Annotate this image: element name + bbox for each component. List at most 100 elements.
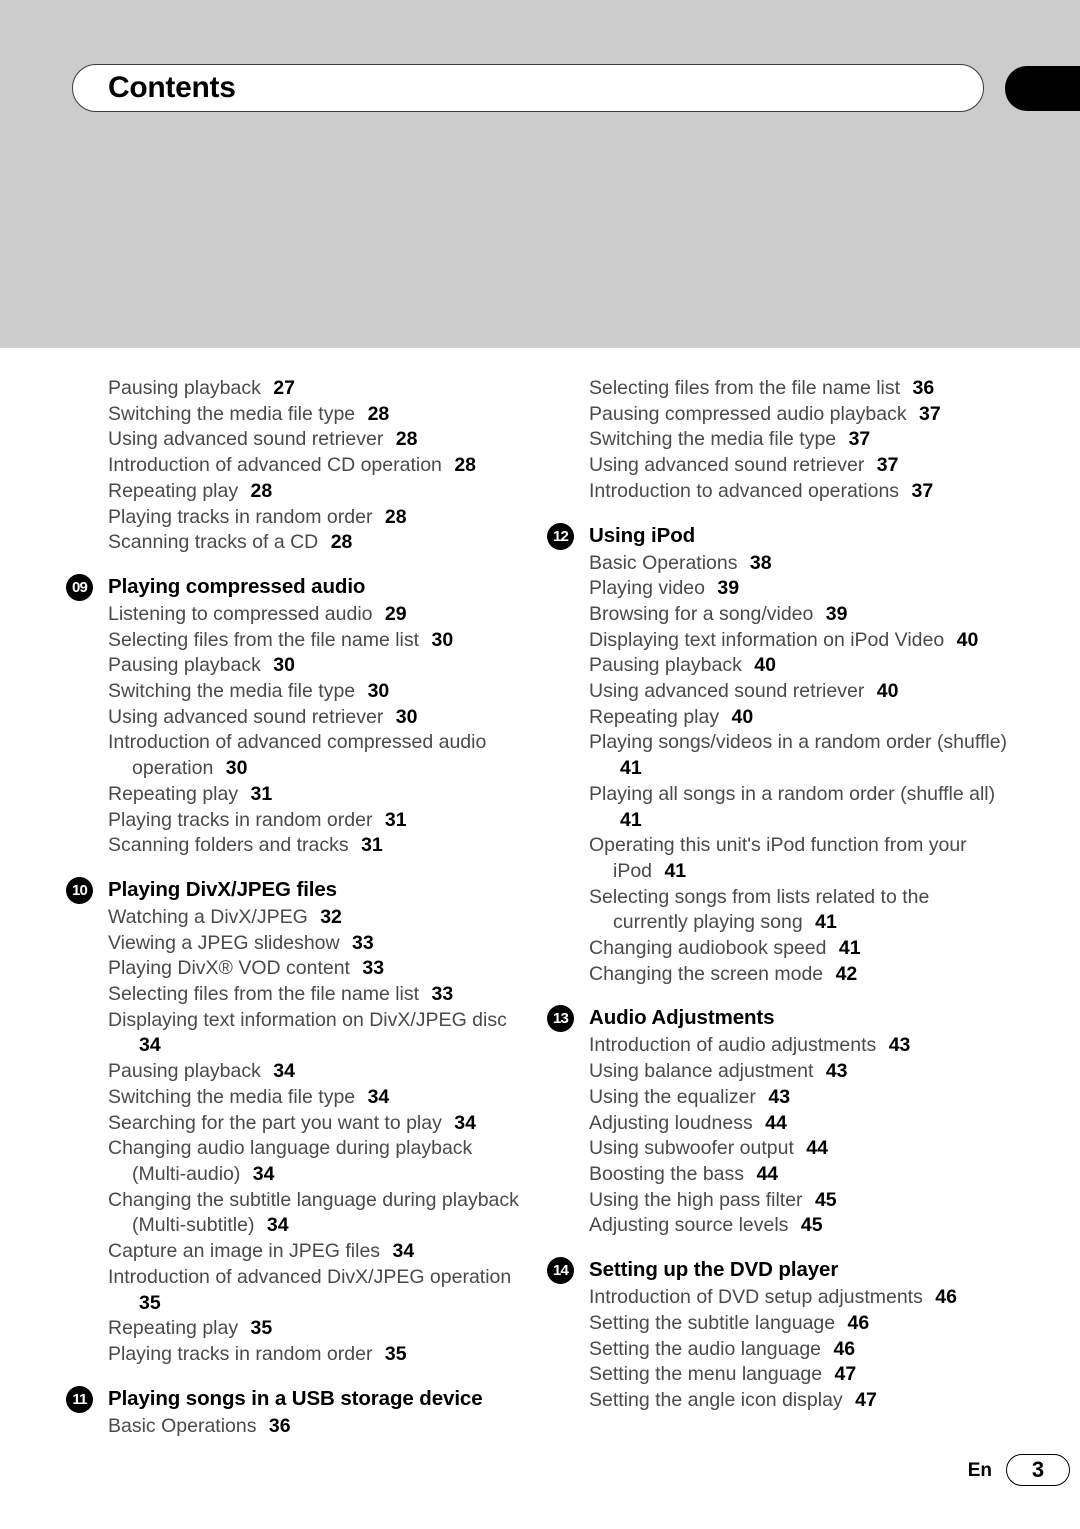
toc-entry[interactable]: Pausing playback 30 xyxy=(108,653,528,679)
toc-entry[interactable]: Playing tracks in random order 31 xyxy=(108,808,528,834)
toc-entry[interactable]: Listening to compressed audio 29 xyxy=(108,602,528,628)
toc-entry[interactable]: Playing DivX® VOD content 33 xyxy=(108,956,528,982)
toc-entry-page-number: 30 xyxy=(367,680,390,703)
toc-column-left: Pausing playback 27 Switching the media f… xyxy=(66,376,528,1440)
toc-entry[interactable]: Using advanced sound retriever 40 xyxy=(589,679,1009,705)
toc-entry[interactable]: Capture an image in JPEG files 34 xyxy=(108,1239,528,1265)
toc-entry[interactable]: Scanning folders and tracks 31 xyxy=(108,833,528,859)
section-number-badge: 10 xyxy=(66,876,93,904)
toc-entry[interactable]: Pausing playback 40 xyxy=(589,653,1009,679)
toc-entry[interactable]: Pausing compressed audio playback 37 xyxy=(589,402,1009,428)
toc-entry-page-number: 31 xyxy=(250,782,273,805)
toc-entry[interactable]: Adjusting source levels 45 xyxy=(589,1213,1009,1239)
toc-section-heading[interactable]: 13 Audio Adjustments xyxy=(547,1004,1009,1033)
toc-entry[interactable]: Repeating play 35 xyxy=(108,1316,528,1342)
toc-entry-label: Changing audiobook speed xyxy=(589,937,827,960)
toc-entry-page-number: 42 xyxy=(835,962,858,985)
toc-entry[interactable]: Changing audiobook speed 41 xyxy=(589,936,1009,962)
toc-entry[interactable]: Changing audio language during playback … xyxy=(108,1136,528,1187)
toc-entry[interactable]: Selecting files from the file name list … xyxy=(108,628,528,654)
toc-entry[interactable]: Basic Operations 36 xyxy=(108,1414,528,1440)
toc-entry-page-number: 30 xyxy=(273,654,295,677)
toc-entry-page-number: 43 xyxy=(825,1060,848,1083)
toc-entry-page-number: 28 xyxy=(454,454,477,477)
toc-entry[interactable]: Adjusting loudness 44 xyxy=(589,1111,1009,1137)
toc-entry-label: Playing all songs in a random order (shu… xyxy=(589,782,996,805)
toc-entry[interactable]: Introduction of audio adjustments 43 xyxy=(589,1033,1009,1059)
toc-entry-page-number: 34 xyxy=(454,1111,476,1134)
toc-entry[interactable]: Playing video 39 xyxy=(589,576,1009,602)
toc-entry[interactable]: Selecting files from the file name list … xyxy=(589,376,1009,402)
toc-entry-page-number: 35 xyxy=(384,1342,407,1365)
toc-entry[interactable]: Changing the screen mode 42 xyxy=(589,962,1009,988)
toc-entry-page-number: 41 xyxy=(664,859,687,882)
toc-entry-label: Displaying text information on DivX/JPEG… xyxy=(108,1008,507,1031)
toc-entry[interactable]: Displaying text information on DivX/JPEG… xyxy=(108,1008,528,1059)
toc-entry[interactable]: Using advanced sound retriever 28 xyxy=(108,427,528,453)
toc-entry[interactable]: Switching the media file type 34 xyxy=(108,1085,528,1111)
toc-entry[interactable]: Using advanced sound retriever 30 xyxy=(108,705,528,731)
toc-entry[interactable]: Viewing a JPEG slideshow 33 xyxy=(108,931,528,957)
toc-entry-label: Viewing a JPEG slideshow xyxy=(108,931,340,954)
toc-entry-page-number: 46 xyxy=(935,1286,957,1309)
page-title: Contents xyxy=(108,71,236,104)
toc-entry[interactable]: Switching the media file type 37 xyxy=(589,427,1009,453)
toc-section-heading[interactable]: 10 Playing DivX/JPEG files xyxy=(66,876,528,904)
toc-entry[interactable]: Using the equalizer 43 xyxy=(589,1085,1009,1111)
toc-entry[interactable]: Switching the media file type 28 xyxy=(108,402,528,428)
toc-entry[interactable]: Introduction of advanced DivX/JPEG opera… xyxy=(108,1265,528,1316)
toc-entry[interactable]: Setting the menu language 47 xyxy=(589,1362,1009,1388)
toc-entry-label: Playing tracks in random order xyxy=(108,808,373,831)
toc-entry[interactable]: Introduction to advanced operations 37 xyxy=(589,479,1009,505)
toc-entry[interactable]: Searching for the part you want to play … xyxy=(108,1111,528,1137)
toc-entry-page-number: 35 xyxy=(250,1317,273,1340)
toc-entry[interactable]: Setting the audio language 46 xyxy=(589,1337,1009,1363)
toc-entry-label: Changing the subtitle language during pl… xyxy=(108,1188,519,1237)
section-number-badge: 14 xyxy=(547,1257,574,1285)
toc-entry-page-number: 28 xyxy=(384,505,407,528)
toc-entry[interactable]: Operating this unit's iPod function from… xyxy=(589,833,1009,884)
toc-entry-page-number: 37 xyxy=(848,428,871,451)
toc-entry[interactable]: Introduction of advanced compressed audi… xyxy=(108,730,528,781)
toc-entry[interactable]: Displaying text information on iPod Vide… xyxy=(589,628,1009,654)
toc-entry[interactable]: Setting the subtitle language 46 xyxy=(589,1311,1009,1337)
toc-entry[interactable]: Repeating play 28 xyxy=(108,479,528,505)
toc-entry[interactable]: Selecting files from the file name list … xyxy=(108,982,528,1008)
toc-entry-label: Basic Operations xyxy=(108,1414,257,1437)
toc-entry[interactable]: Introduction of DVD setup adjustments 46 xyxy=(589,1285,1009,1311)
toc-entry[interactable]: Playing all songs in a random order (shu… xyxy=(589,782,1009,833)
toc-entry-label: Browsing for a song/video xyxy=(589,602,814,625)
toc-entry-label: Setting the angle icon display xyxy=(589,1388,843,1411)
toc-entry[interactable]: Introduction of advanced CD operation 28 xyxy=(108,453,528,479)
toc-entry[interactable]: Scanning tracks of a CD 28 xyxy=(108,530,528,556)
toc-entry-label: Displaying text information on iPod Vide… xyxy=(589,628,945,651)
toc-entry[interactable]: Switching the media file type 30 xyxy=(108,679,528,705)
toc-entry[interactable]: Browsing for a song/video 39 xyxy=(589,602,1009,628)
toc-section-heading[interactable]: 14 Setting up the DVD player xyxy=(547,1256,1009,1285)
toc-entry[interactable]: Using the high pass filter 45 xyxy=(589,1188,1009,1214)
toc-entry-label: Switching the media file type xyxy=(108,402,356,425)
toc-entry[interactable]: Using subwoofer output 44 xyxy=(589,1136,1009,1162)
toc-entry-label: Boosting the bass xyxy=(589,1162,745,1185)
toc-entry[interactable]: Selecting songs from lists related to th… xyxy=(589,885,1009,936)
toc-section-heading[interactable]: 09 Playing compressed audio xyxy=(66,573,528,601)
toc-entry[interactable]: Playing tracks in random order 28 xyxy=(108,505,528,531)
toc-entry[interactable]: Repeating play 40 xyxy=(589,705,1009,731)
toc-entry[interactable]: Using advanced sound retriever 37 xyxy=(589,453,1009,479)
toc-entry[interactable]: Repeating play 31 xyxy=(108,782,528,808)
toc-entry[interactable]: Pausing playback 27 xyxy=(108,376,528,402)
toc-entry[interactable]: Pausing playback 34 xyxy=(108,1059,528,1085)
toc-entry[interactable]: Boosting the bass 44 xyxy=(589,1162,1009,1188)
toc-section-heading[interactable]: 12 Using iPod xyxy=(547,522,1009,550)
toc-entry[interactable]: Playing songs/videos in a random order (… xyxy=(589,730,1009,781)
toc-entry[interactable]: Setting the angle icon display 47 xyxy=(589,1388,1009,1414)
toc-entry[interactable]: Changing the subtitle language during pl… xyxy=(108,1188,528,1239)
toc-entry[interactable]: Using balance adjustment 43 xyxy=(589,1059,1009,1085)
toc-entry-page-number: 38 xyxy=(749,551,772,574)
toc-entry-label: Introduction of advanced DivX/JPEG opera… xyxy=(108,1265,512,1288)
toc-entry[interactable]: Playing tracks in random order 35 xyxy=(108,1342,528,1368)
toc-section-heading[interactable]: 11 Playing songs in a USB storage device xyxy=(66,1385,528,1413)
toc-entry-label: Pausing playback xyxy=(589,654,742,677)
toc-entry[interactable]: Watching a DivX/JPEG 32 xyxy=(108,905,528,931)
toc-entry[interactable]: Basic Operations 38 xyxy=(589,551,1009,577)
